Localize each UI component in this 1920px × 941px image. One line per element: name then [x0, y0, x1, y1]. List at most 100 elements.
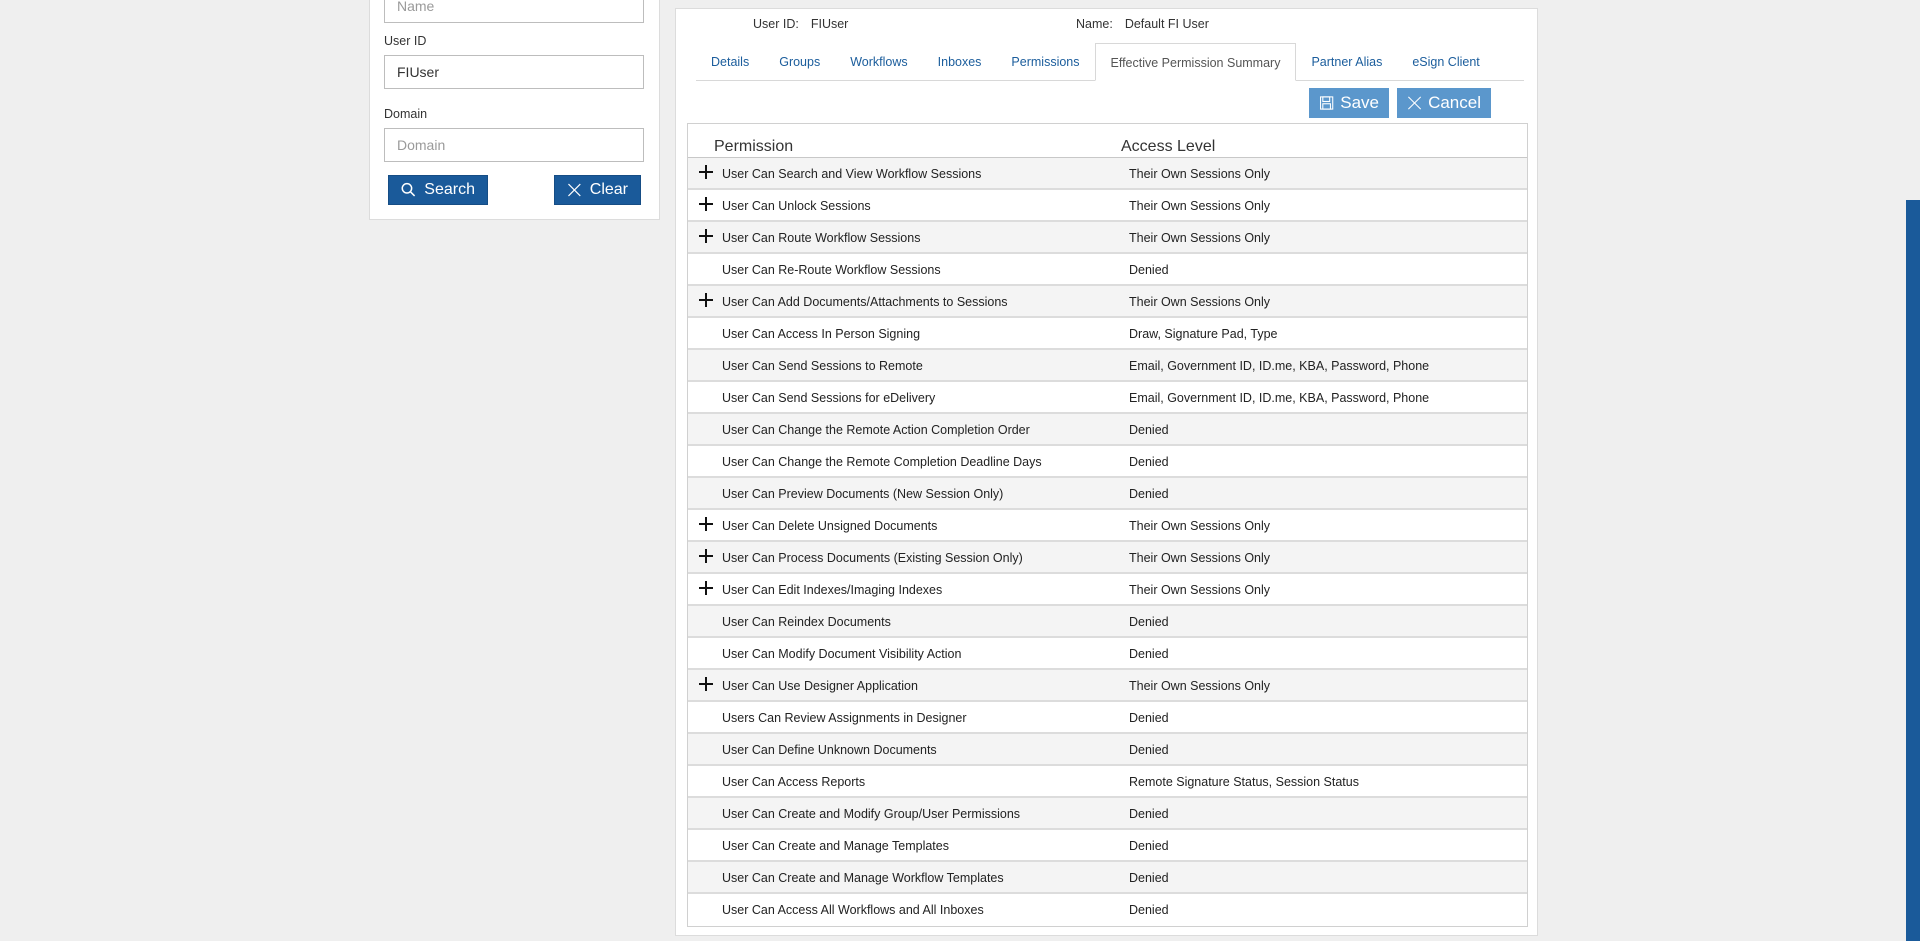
- domain-label: Domain: [384, 107, 428, 121]
- access-level-value: Their Own Sessions Only: [1129, 519, 1271, 533]
- table-row: User Can Change the Remote Completion De…: [688, 446, 1527, 478]
- table-row: User Can Re-Route Workflow Sessions Denie…: [688, 254, 1527, 286]
- tab-workflows[interactable]: Workflows: [835, 43, 922, 80]
- floppy-disk-icon: [1319, 96, 1334, 110]
- search-icon: [401, 182, 416, 197]
- page-scrollbar[interactable]: [1906, 200, 1920, 941]
- table-row: User Can Access All Workflows and All In…: [688, 894, 1527, 926]
- expand-plus-icon[interactable]: [698, 676, 714, 692]
- access-level-value: Denied: [1129, 263, 1169, 277]
- table-row: User Can Define Unknown Documents Denied: [688, 734, 1527, 766]
- permission-name: User Can Access In Person Signing: [722, 327, 921, 341]
- permission-name: User Can Create and Manage Workflow Temp…: [722, 871, 1004, 885]
- clear-button[interactable]: Clear: [554, 175, 641, 205]
- access-level-value: Their Own Sessions Only: [1129, 167, 1271, 181]
- tab-partner-alias[interactable]: Partner Alias: [1296, 43, 1397, 80]
- userid-input[interactable]: FIUser: [384, 55, 644, 89]
- permission-name: User Can Process Documents (Existing Ses…: [722, 551, 1023, 565]
- access-level-value: Denied: [1129, 487, 1169, 501]
- domain-input[interactable]: Domain: [384, 128, 644, 162]
- close-icon: [568, 183, 581, 197]
- permission-name: User Can Modify Document Visibility Acti…: [722, 647, 962, 661]
- access-level-value: Draw, Signature Pad, Type: [1129, 327, 1278, 341]
- expand-plus-icon[interactable]: [698, 196, 714, 212]
- table-row: User Can Search and View Workflow Sessio…: [688, 158, 1527, 190]
- access-level-value: Denied: [1129, 455, 1169, 469]
- permission-name: User Can Re-Route Workflow Sessions: [722, 263, 941, 277]
- permission-name: User Can Add Documents/Attachments to Se…: [722, 295, 1008, 309]
- permission-name: User Can Preview Documents (New Session …: [722, 487, 1004, 501]
- table-row: User Can Route Workflow Sessions Their Ow…: [688, 222, 1527, 254]
- cancel-button[interactable]: Cancel: [1397, 88, 1491, 118]
- save-button-label: Save: [1340, 93, 1379, 112]
- tab-groups[interactable]: Groups: [764, 43, 835, 80]
- table-row: User Can Process Documents (Existing Ses…: [688, 542, 1527, 574]
- name-info-label: Name:: [1076, 17, 1113, 31]
- userid-info-value: FIUser: [810, 17, 849, 31]
- expand-plus-icon[interactable]: [698, 228, 714, 244]
- tab-inboxes[interactable]: Inboxes: [923, 43, 997, 80]
- access-level-value: Denied: [1129, 615, 1169, 629]
- name-info: Name: Default FI User: [1076, 17, 1209, 31]
- access-level-value: Their Own Sessions Only: [1129, 231, 1271, 245]
- table-row: User Can Edit Indexes/Imaging Indexes The…: [688, 574, 1527, 606]
- access-level-value: Denied: [1129, 711, 1169, 725]
- column-header-permission: Permission: [714, 138, 794, 155]
- access-level-value: Their Own Sessions Only: [1129, 199, 1271, 213]
- permission-name: User Can Edit Indexes/Imaging Indexes: [722, 583, 943, 597]
- permission-name: User Can Create and Manage Templates: [722, 839, 949, 853]
- expand-plus-icon[interactable]: [698, 292, 714, 308]
- permission-name: User Can Reindex Documents: [722, 615, 891, 629]
- table-row: Users Can Review Assignments in Designer…: [688, 702, 1527, 734]
- access-level-value: Denied: [1129, 743, 1169, 757]
- clear-button-label: Clear: [589, 181, 628, 198]
- permission-name: Users Can Review Assignments in Designer: [722, 711, 967, 725]
- table-row: User Can Access In Person Signing Draw, S…: [688, 318, 1527, 350]
- access-level-value: Denied: [1129, 839, 1169, 853]
- permission-name: User Can Change the Remote Completion De…: [722, 455, 1042, 469]
- expand-plus-icon[interactable]: [698, 516, 714, 532]
- table-row: User Can Reindex Documents Denied: [688, 606, 1527, 638]
- access-level-value: Denied: [1129, 423, 1169, 437]
- userid-info-label: User ID:: [753, 17, 799, 31]
- permission-name: User Can Route Workflow Sessions: [722, 231, 921, 245]
- permission-name: User Can Use Designer Application: [722, 679, 918, 693]
- access-level-value: Their Own Sessions Only: [1129, 295, 1271, 309]
- expand-plus-icon[interactable]: [698, 548, 714, 564]
- grid-header: Permission Access Level: [688, 124, 1527, 158]
- access-level-value: Their Own Sessions Only: [1129, 551, 1271, 565]
- table-row: User Can Send Sessions to Remote Email, G…: [688, 350, 1527, 382]
- access-level-value: Denied: [1129, 903, 1169, 917]
- name-input[interactable]: Name: [384, 0, 644, 23]
- table-row: User Can Access Reports Remote Signature …: [688, 766, 1527, 798]
- permission-name: User Can Unlock Sessions: [722, 199, 871, 213]
- permission-name: User Can Create and Modify Group/User Pe…: [722, 807, 1021, 821]
- userid-info: User ID: FIUser: [753, 17, 848, 31]
- table-row: User Can Create and Manage Templates Deni…: [688, 830, 1527, 862]
- search-button-label: Search: [424, 181, 475, 198]
- access-level-value: Remote Signature Status, Session Status: [1129, 775, 1359, 789]
- table-row: User Can Delete Unsigned Documents Their …: [688, 510, 1527, 542]
- tab-details[interactable]: Details: [696, 43, 764, 80]
- table-row: User Can Modify Document Visibility Acti…: [688, 638, 1527, 670]
- tab-permissions[interactable]: Permissions: [996, 43, 1094, 80]
- expand-plus-icon[interactable]: [698, 164, 714, 180]
- permission-name: User Can Access Reports: [722, 775, 866, 789]
- tab-effective-permission-summary[interactable]: Effective Permission Summary: [1094, 43, 1297, 81]
- table-row: User Can Add Documents/Attachments to Se…: [688, 286, 1527, 318]
- name-info-value: Default FI User: [1124, 17, 1209, 31]
- search-button[interactable]: Search: [388, 175, 488, 205]
- table-row: User Can Preview Documents (New Session …: [688, 478, 1527, 510]
- access-level-value: Their Own Sessions Only: [1129, 679, 1271, 693]
- access-level-value: Email, Government ID, ID.me, KBA, Passwo…: [1129, 391, 1430, 405]
- grid-body: User Can Search and View Workflow Sessio…: [688, 158, 1527, 926]
- tab-esign-client[interactable]: eSign Client: [1397, 43, 1494, 80]
- permission-name: User Can Access All Workflows and All In…: [722, 903, 984, 917]
- save-button[interactable]: Save: [1309, 88, 1389, 118]
- table-row: User Can Create and Manage Workflow Temp…: [688, 862, 1527, 894]
- access-level-value: Denied: [1129, 807, 1169, 821]
- permission-name: User Can Delete Unsigned Documents: [722, 519, 938, 533]
- table-row: User Can Send Sessions for eDelivery Emai…: [688, 382, 1527, 414]
- expand-plus-icon[interactable]: [698, 580, 714, 596]
- access-level-value: Email, Government ID, ID.me, KBA, Passwo…: [1129, 359, 1430, 373]
